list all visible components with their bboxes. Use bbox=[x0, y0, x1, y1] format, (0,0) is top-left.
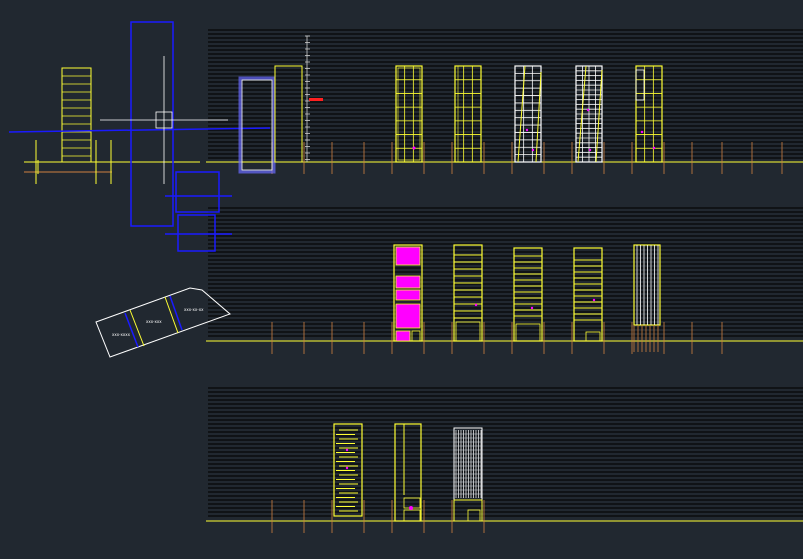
cad-drawing-canvas[interactable]: xxx-xxxx xxx-xxx xxx-xx-xx bbox=[0, 0, 803, 559]
elevation-row-1-floor-lines bbox=[208, 29, 803, 159]
row2-building-1[interactable] bbox=[393, 244, 423, 342]
row2-building-3[interactable] bbox=[513, 247, 543, 342]
row3-building-3[interactable] bbox=[453, 427, 483, 522]
red-marker bbox=[309, 98, 323, 101]
parcel-label-2: xxx-xxx bbox=[146, 319, 162, 324]
grid-ticks-row-2 bbox=[271, 322, 723, 354]
crosshair-cursor bbox=[100, 56, 228, 184]
site-plan[interactable]: xxx-xxxx xxx-xxx xxx-xx-xx bbox=[95, 287, 231, 358]
row2-building-4[interactable] bbox=[573, 247, 603, 342]
parcel-label-1: xxx-xxxx bbox=[112, 332, 131, 337]
row1-building-4[interactable] bbox=[575, 65, 603, 163]
elevation-row-3-floor-lines bbox=[208, 387, 803, 517]
row3-building-1[interactable] bbox=[333, 423, 363, 517]
parcel-label-3: xxx-xx-xx bbox=[184, 307, 204, 312]
cad-drawing[interactable]: xxx-xxxx xxx-xxx xxx-xx-xx bbox=[0, 0, 803, 559]
elevation-row-2-floor-lines bbox=[208, 207, 803, 337]
